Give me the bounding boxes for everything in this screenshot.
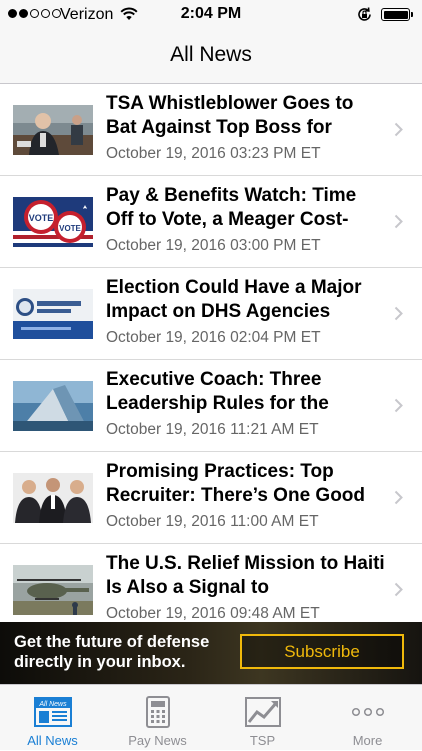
calculator-icon — [105, 694, 210, 730]
chevron-right-icon — [394, 582, 403, 597]
congress-hearing-photo — [13, 105, 93, 155]
status-bar: Verizon 2:04 PM — [0, 0, 422, 30]
navigation-bar: All News — [0, 30, 422, 84]
news-row[interactable]: Executive Coach: Three Leadership Rules … — [0, 360, 422, 452]
newspaper-icon: All News — [0, 694, 105, 730]
news-headline: The U.S. Relief Mission to Haiti Is Also… — [106, 553, 385, 598]
news-headline: Pay & Benefits Watch: Time Off to Vote, … — [106, 185, 357, 230]
chevron-right-icon — [394, 214, 403, 229]
news-date: October 19, 2016 11:00 AM ET — [106, 513, 319, 530]
tab-tsp[interactable]: TSP — [210, 685, 315, 751]
tab-more[interactable]: More — [315, 685, 420, 751]
chevron-right-icon — [394, 398, 403, 413]
ad-text: Get the future of defense directly in yo… — [14, 633, 210, 671]
svg-text:VOTE: VOTE — [29, 213, 54, 223]
leadership-photo — [13, 381, 93, 431]
news-headline: Promising Practices: Top Recruiter: Ther… — [106, 461, 366, 506]
tab-label: More — [352, 733, 383, 748]
homeland-security-photo — [13, 289, 93, 339]
news-headline: Election Could Have a Major Impact on DH… — [106, 277, 362, 322]
news-date: October 19, 2016 03:00 PM ET — [106, 237, 321, 254]
rotation-lock-icon — [356, 6, 373, 27]
tab-all-news[interactable]: All News All News — [0, 685, 105, 751]
recruiters-photo — [13, 473, 93, 523]
news-date: October 19, 2016 11:21 AM ET — [106, 421, 319, 438]
page-title: All News — [170, 43, 252, 66]
news-row[interactable]: Promising Practices: Top Recruiter: Ther… — [0, 452, 422, 544]
tab-label: TSP — [249, 733, 276, 748]
news-row[interactable]: TSA Whistleblower Goes to Bat Against To… — [0, 84, 422, 176]
chevron-right-icon — [394, 490, 403, 505]
news-row[interactable]: Election Could Have a Major Impact on DH… — [0, 268, 422, 360]
news-list[interactable]: TSA Whistleblower Goes to Bat Against To… — [0, 84, 422, 622]
battery-icon — [381, 8, 413, 21]
news-headline: TSA Whistleblower Goes to Bat Against To… — [106, 93, 354, 138]
news-date: October 19, 2016 09:48 AM ET — [106, 605, 320, 622]
helicopter-photo — [13, 565, 93, 615]
news-date: October 19, 2016 02:04 PM ET — [106, 329, 321, 346]
chevron-right-icon — [394, 306, 403, 321]
news-date: October 19, 2016 03:23 PM ET — [106, 145, 321, 162]
news-row[interactable]: The U.S. Relief Mission to Haiti Is Also… — [0, 544, 422, 622]
ad-banner[interactable]: Get the future of defense directly in yo… — [0, 622, 422, 684]
more-dots-icon — [315, 694, 420, 730]
tab-pay-news[interactable]: Pay News — [105, 685, 210, 751]
news-row[interactable]: VOTE VOTE Pay & Benefits Watch: Time Off… — [0, 176, 422, 268]
tab-label: All News — [27, 733, 78, 748]
chevron-right-icon — [394, 122, 403, 137]
vote-buttons-photo: VOTE VOTE — [13, 197, 93, 247]
svg-text:All News: All News — [38, 701, 67, 708]
news-headline: Executive Coach: Three Leadership Rules … — [106, 369, 329, 414]
svg-text:VOTE: VOTE — [59, 224, 81, 233]
tab-label: Pay News — [128, 733, 187, 748]
subscribe-button[interactable]: Subscribe — [240, 634, 404, 669]
tab-bar: All News All News Pay News TSP More — [0, 684, 422, 750]
trend-chart-icon — [210, 694, 315, 730]
